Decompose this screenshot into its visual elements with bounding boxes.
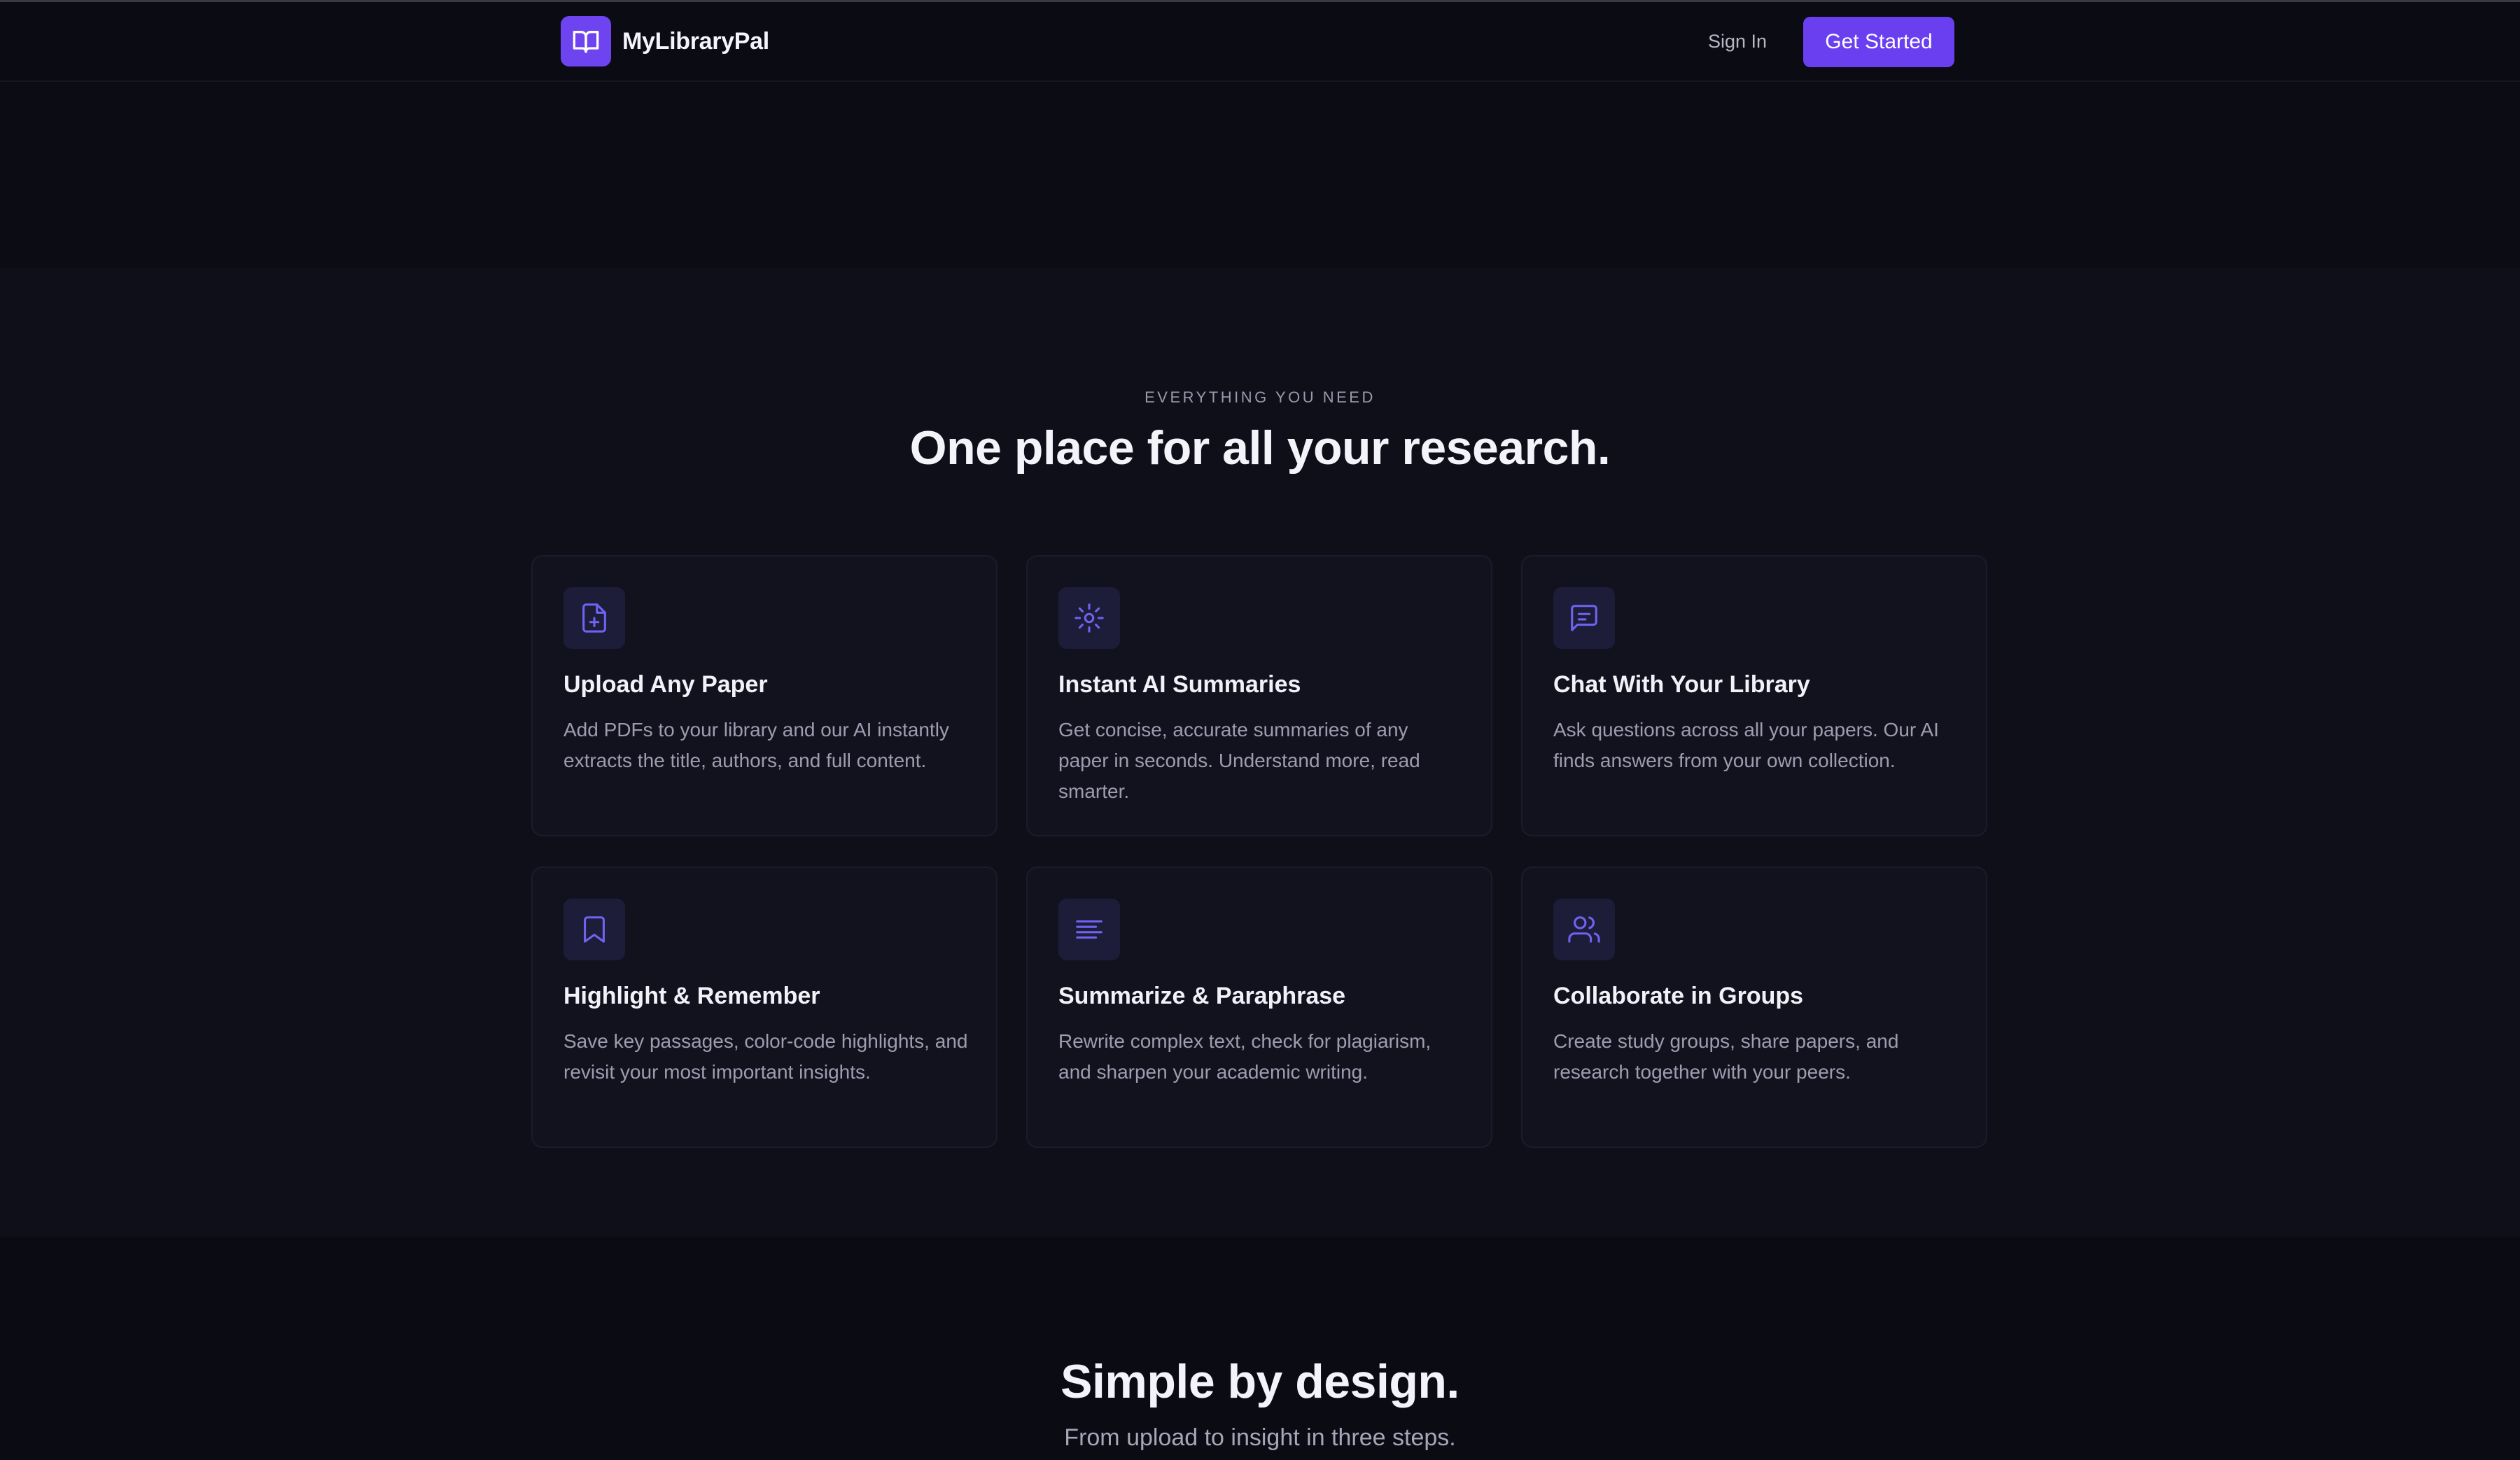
brand-name: MyLibraryPal [622,27,769,55]
feature-card-description: Get concise, accurate summaries of any p… [1058,719,1420,802]
feature-card-collaborate: Collaborate in Groups Create study group… [1521,866,1987,1148]
book-open-icon [561,16,611,66]
top-navigation: MyLibraryPal Sign In Get Started [0,2,2520,82]
feature-card-title: Summarize & Paraphrase [1058,983,1346,1009]
landing-page: MyLibraryPal Sign In Get Started EVERYTH… [0,0,2520,1460]
bookmark-icon [564,899,625,960]
features-eyebrow: EVERYTHING YOU NEED [1144,388,1376,406]
file-plus-icon [564,587,625,649]
feature-card-description: Rewrite complex text, check for plagiari… [1058,1030,1432,1083]
hero-section [0,83,2520,268]
features-section: EVERYTHING YOU NEED One place for all yo… [0,268,2520,1237]
sign-in-link[interactable]: Sign In [1694,16,1781,66]
align-left-icon [1058,899,1120,960]
features-title: One place for all your research. [909,421,1611,475]
brand[interactable]: MyLibraryPal [561,16,769,66]
feature-card-description: Save key passages, color-code highlights… [564,1030,968,1083]
feature-card-title: Collaborate in Groups [1553,983,1804,1009]
sun-sparkle-icon [1058,587,1120,649]
feature-card-highlight: Highlight & Remember Save key passages, … [531,866,997,1148]
feature-card-title: Instant AI Summaries [1058,671,1301,698]
feature-card-title: Upload Any Paper [564,671,768,698]
steps-subtitle: From upload to insight in three steps. [1064,1424,1456,1451]
feature-card-description: Create study groups, share papers, and r… [1553,1030,1899,1083]
steps-section: Simple by design. From upload to insight… [0,1237,2520,1460]
feature-card-chat: Chat With Your Library Ask questions acr… [1521,555,1987,836]
get-started-button[interactable]: Get Started [1803,17,1954,67]
feature-card-summaries: Instant AI Summaries Get concise, accura… [1026,555,1492,836]
feature-card-upload: Upload Any Paper Add PDFs to your librar… [531,555,997,836]
feature-card-title: Chat With Your Library [1553,671,1810,698]
feature-card-paraphrase: Summarize & Paraphrase Rewrite complex t… [1026,866,1492,1148]
feature-card-title: Highlight & Remember [564,983,820,1009]
feature-card-description: Add PDFs to your library and our AI inst… [564,719,949,771]
users-icon [1553,899,1615,960]
steps-title: Simple by design. [1060,1355,1460,1408]
feature-card-description: Ask questions across all your papers. Ou… [1553,719,1939,771]
message-square-icon [1553,587,1615,649]
